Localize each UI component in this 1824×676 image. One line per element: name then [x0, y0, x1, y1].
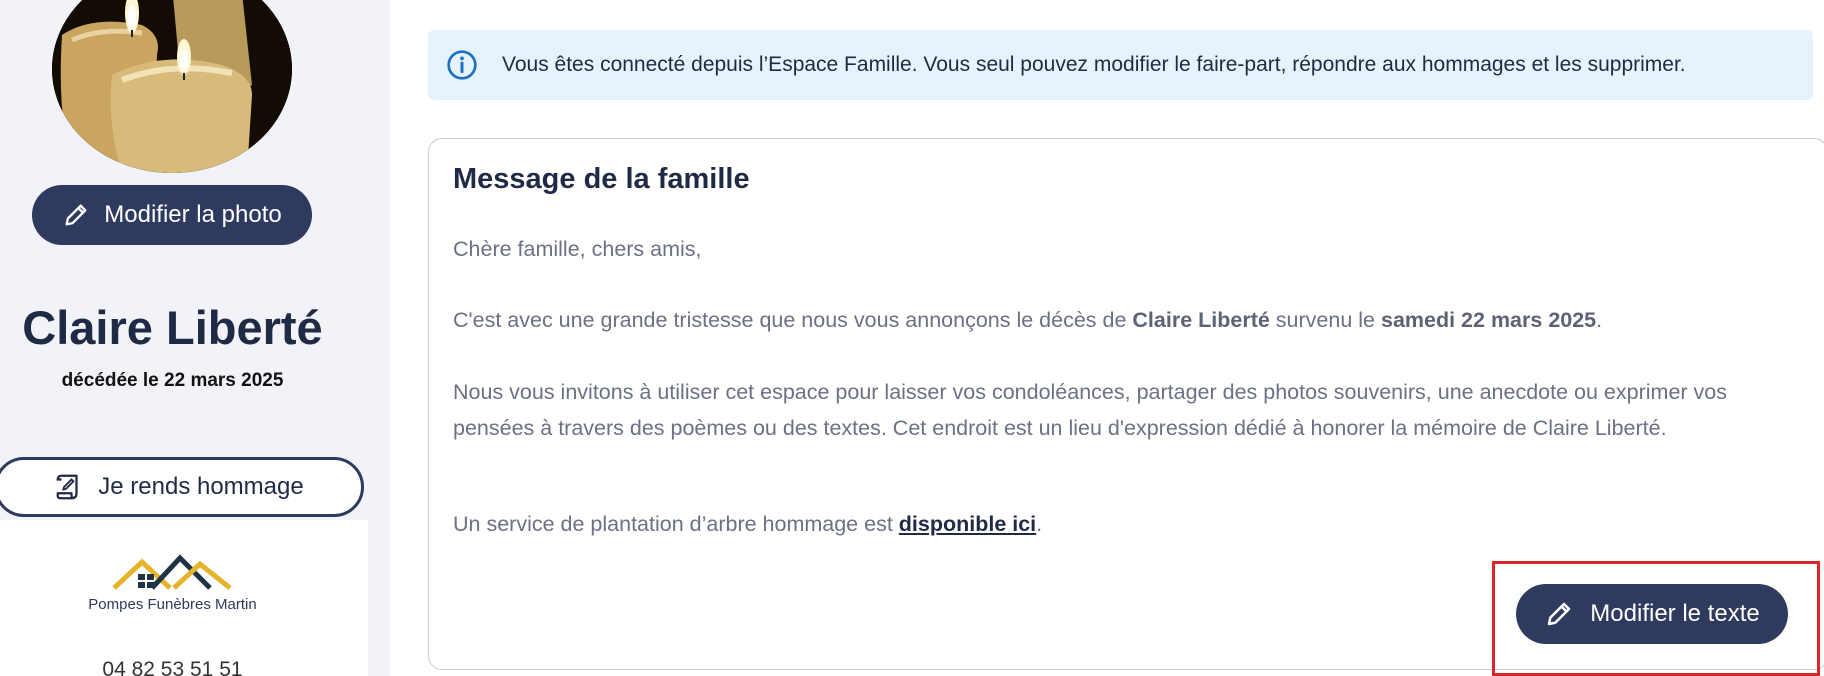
sidebar: Modifier la photo Claire Liberté décédée…: [0, 0, 390, 676]
p1-text-end: .: [1596, 308, 1603, 332]
tribute-label: Je rends hommage: [98, 473, 304, 500]
info-banner: Vous êtes connecté depuis l’Espace Famil…: [428, 30, 1813, 100]
p3-text-before: Un service de plantation d’arbre hommage…: [453, 512, 899, 536]
message-greeting: Chère famille, chers amis,: [453, 237, 702, 261]
p1-text-before: C'est avec une grande tristesse que nous…: [453, 308, 1133, 332]
message-paragraph-1: C'est avec une grande tristesse que nous…: [453, 302, 1803, 338]
edit-photo-label: Modifier la photo: [104, 201, 282, 228]
p1-death-date: samedi 22 mars 2025: [1380, 308, 1597, 332]
message-paragraph-2: Nous vous invitons à utiliser cet espace…: [453, 380, 1727, 440]
tree-planting-link[interactable]: disponible ici: [899, 512, 1036, 536]
tribute-button[interactable]: Je rends hommage: [0, 457, 364, 517]
funeral-home-name: Pompes Funèbres Martin: [88, 596, 257, 613]
deceased-name: Claire Liberté: [22, 301, 323, 354]
funeral-home-logo: [112, 554, 232, 590]
funeral-home-phone[interactable]: 04 82 53 51 51: [0, 658, 345, 676]
highlight-box: [1492, 561, 1820, 676]
edit-photo-button[interactable]: Modifier la photo: [32, 185, 312, 245]
scroll-icon: [56, 474, 78, 500]
death-date: décédée le 22 mars 2025: [61, 370, 284, 391]
funeral-home-card: Pompes Funèbres Martin 04 82 53 51 51: [0, 520, 368, 676]
p3-text-end: .: [1036, 512, 1043, 536]
p1-text-middle: survenu le: [1269, 308, 1381, 332]
message-title: Message de la famille: [453, 163, 750, 195]
info-banner-text: Vous êtes connecté depuis l’Espace Famil…: [502, 53, 1686, 76]
profile-photo: [52, 0, 292, 173]
p1-deceased-name: Claire Liberté: [1132, 308, 1270, 332]
info-icon: [447, 50, 477, 80]
message-paragraph-3: Un service de plantation d’arbre hommage…: [453, 506, 1803, 542]
candles-image: [52, 0, 292, 173]
pencil-icon: [65, 204, 87, 226]
